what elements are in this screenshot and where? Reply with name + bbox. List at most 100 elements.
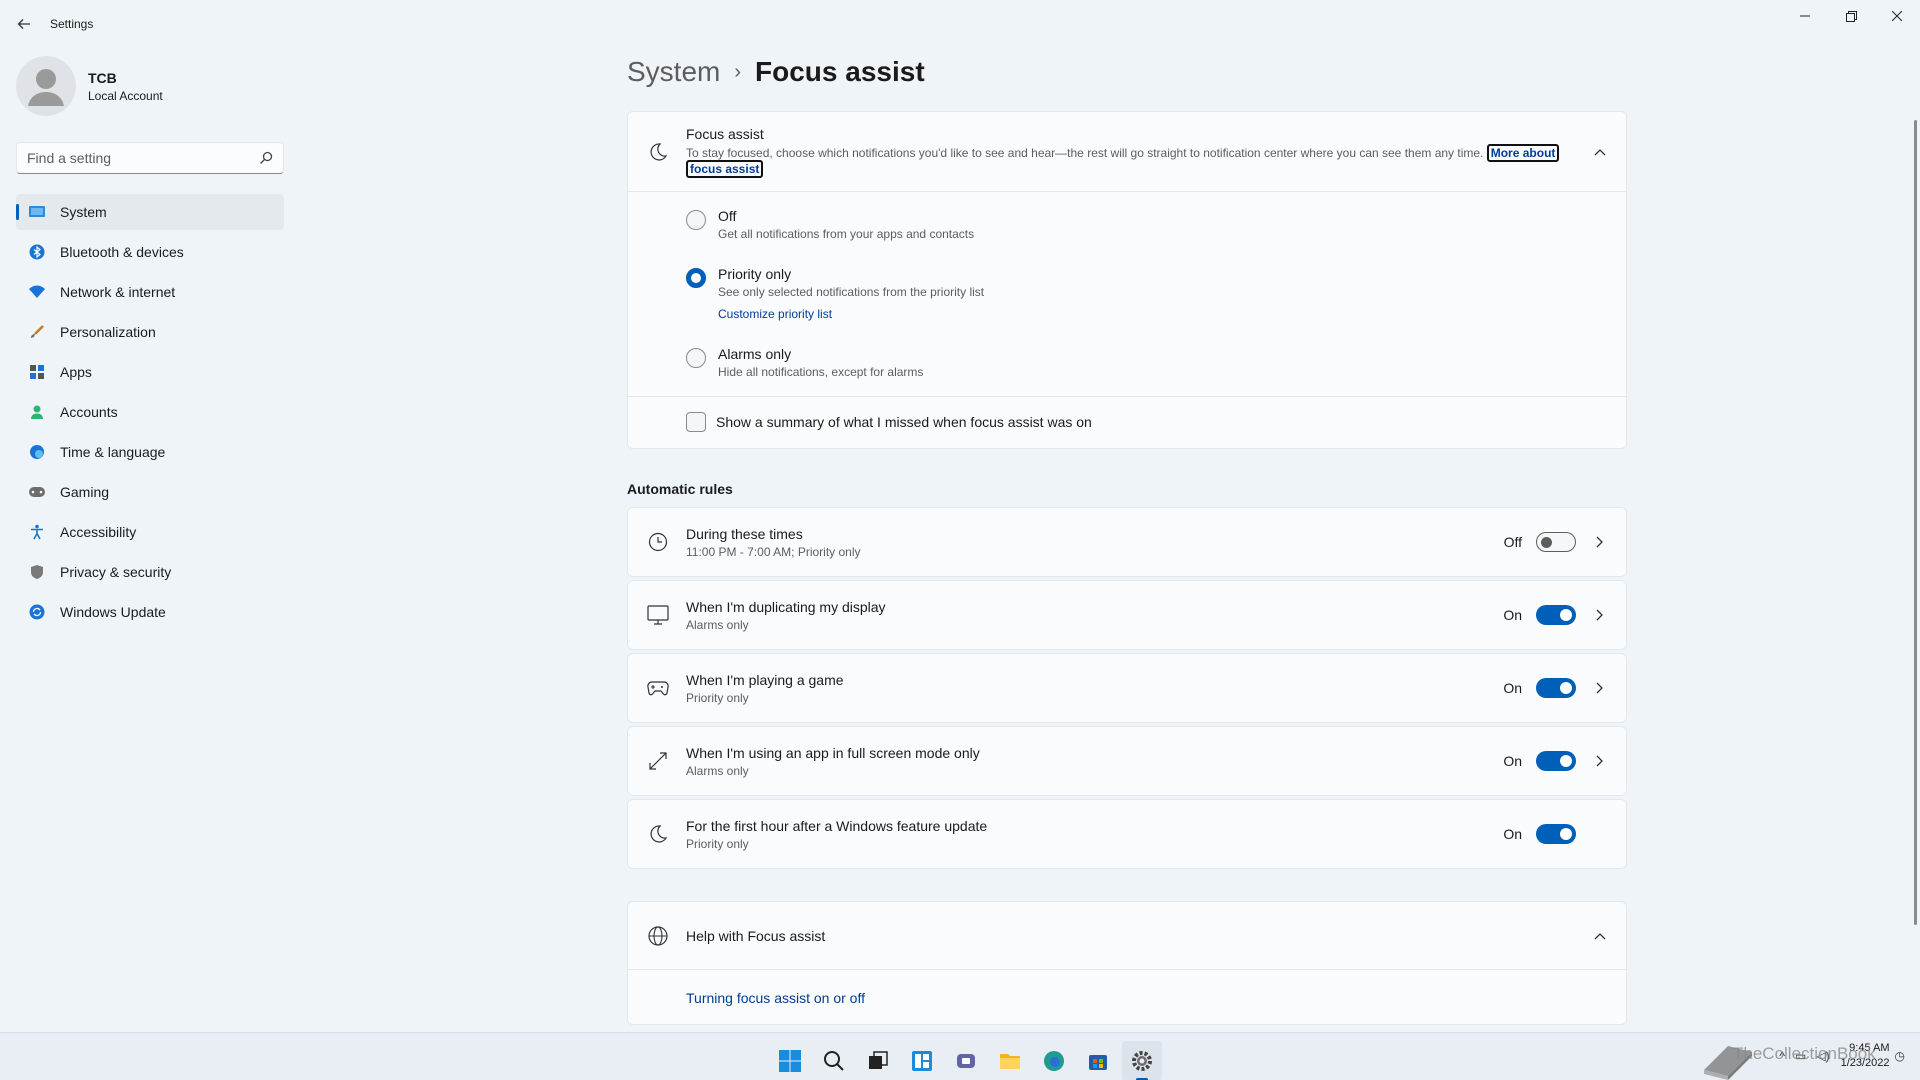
chevron-right-icon[interactable] — [1592, 534, 1608, 550]
radio-off[interactable] — [686, 210, 706, 230]
option-alarms-only[interactable]: Alarms only Hide all notifications, exce… — [686, 346, 923, 379]
rule-feature-update: For the first hour after a Windows featu… — [627, 799, 1627, 869]
radio-alarms-only[interactable] — [686, 348, 706, 368]
page-title: Focus assist — [755, 56, 925, 87]
sidebar-item-accessibility[interactable]: Accessibility — [16, 514, 284, 550]
sidebar-item-accounts[interactable]: Accounts — [16, 394, 284, 430]
search-box[interactable] — [16, 142, 284, 174]
restore-button[interactable] — [1828, 0, 1874, 32]
settings-icon — [1132, 1051, 1152, 1071]
apps-icon — [28, 363, 46, 381]
customize-priority-link[interactable]: Customize priority list — [718, 307, 984, 321]
option-off[interactable]: Off Get all notifications from your apps… — [686, 208, 974, 241]
file-explorer-icon — [1000, 1054, 1020, 1069]
watermark-text: TheCollectionBook — [1733, 1044, 1876, 1063]
sidebar-item-label: Windows Update — [60, 604, 166, 620]
help-title: Help with Focus assist — [686, 927, 826, 944]
globe-icon — [646, 924, 670, 948]
rule-duplicating-display[interactable]: When I'm duplicating my display Alarms o… — [627, 580, 1627, 650]
chevron-right-icon[interactable] — [1592, 680, 1608, 696]
rule-toggle[interactable] — [1536, 605, 1576, 625]
scrollbar[interactable] — [1914, 120, 1917, 925]
sidebar-item-label: System — [60, 204, 107, 220]
option-desc: Hide all notifications, except for alarm… — [718, 365, 924, 379]
summary-option[interactable]: Show a summary of what I missed when foc… — [686, 412, 1092, 432]
taskbar: ^ ▭ ◁) 9:45 AM 1/23/2022 ◷ — [0, 1032, 1920, 1080]
chevron-right-icon[interactable] — [1592, 607, 1608, 623]
edge-button[interactable] — [1034, 1041, 1074, 1080]
monitor-icon — [646, 603, 670, 627]
sidebar-item-label: Accessibility — [60, 524, 137, 540]
help-link[interactable]: Turning focus assist on or off — [686, 990, 865, 1006]
rule-toggle[interactable] — [1536, 824, 1576, 844]
rule-toggle[interactable] — [1536, 678, 1576, 698]
focus-assist-header[interactable]: Focus assist To stay focused, choose whi… — [628, 112, 1626, 192]
summary-checkbox-label: Show a summary of what I missed when foc… — [716, 414, 1092, 430]
sidebar-item-network[interactable]: Network & internet — [16, 274, 284, 310]
notification-icon[interactable]: ◷ — [1895, 1049, 1905, 1063]
focus-assist-link[interactable]: focus assist — [686, 160, 764, 178]
search-input[interactable] — [27, 150, 259, 166]
person-icon — [28, 403, 46, 421]
chat-button[interactable] — [946, 1041, 986, 1080]
clock-icon — [646, 530, 670, 554]
minimize-icon — [1800, 15, 1810, 17]
restore-icon — [1845, 10, 1857, 22]
search-icon — [824, 1051, 844, 1071]
toggle-state-label: On — [1503, 680, 1522, 696]
start-icon — [779, 1050, 801, 1072]
chevron-up-icon[interactable] — [1592, 144, 1608, 160]
option-priority-only[interactable]: Priority only See only selected notifica… — [686, 266, 984, 321]
rule-toggle[interactable] — [1536, 532, 1576, 552]
rule-sub: Priority only — [686, 690, 749, 705]
breadcrumb-parent[interactable]: System — [627, 56, 720, 88]
chevron-right-icon[interactable] — [1592, 753, 1608, 769]
radio-priority-only[interactable] — [686, 268, 706, 288]
sidebar-item-apps[interactable]: Apps — [16, 354, 284, 390]
rule-toggle[interactable] — [1536, 751, 1576, 771]
rule-playing-game[interactable]: When I'm playing a game Priority only On — [627, 653, 1627, 723]
accessibility-icon — [28, 523, 46, 541]
chevron-up-icon[interactable] — [1592, 928, 1608, 944]
more-about-link[interactable]: More about — [1486, 144, 1560, 162]
toggle-state-label: On — [1503, 753, 1522, 769]
settings-button[interactable] — [1122, 1041, 1162, 1080]
store-button[interactable] — [1078, 1041, 1118, 1080]
summary-checkbox[interactable] — [686, 412, 706, 432]
rule-during-these-times[interactable]: During these times 11:00 PM - 7:00 AM; P… — [627, 507, 1627, 577]
widgets-icon — [912, 1051, 932, 1071]
sidebar-item-label: Personalization — [60, 324, 156, 340]
rule-full-screen[interactable]: When I'm using an app in full screen mod… — [627, 726, 1627, 796]
task-view-button[interactable] — [858, 1041, 898, 1080]
focus-assist-card: Focus assist To stay focused, choose whi… — [627, 111, 1627, 449]
file-explorer-button[interactable] — [990, 1041, 1030, 1080]
rule-title: When I'm duplicating my display — [686, 598, 886, 615]
gamepad-icon — [28, 483, 46, 501]
help-header[interactable]: Help with Focus assist — [628, 902, 1626, 970]
focus-assist-title: Focus assist — [686, 126, 764, 142]
back-button[interactable] — [12, 12, 36, 36]
toggle-state-label: Off — [1503, 534, 1522, 550]
sidebar-item-gaming[interactable]: Gaming — [16, 474, 284, 510]
sidebar-item-personalization[interactable]: Personalization — [16, 314, 284, 350]
start-button[interactable] — [770, 1041, 810, 1080]
widgets-button[interactable] — [902, 1041, 942, 1080]
fullscreen-icon — [646, 749, 670, 773]
minimize-button[interactable] — [1782, 0, 1828, 32]
sidebar-item-bluetooth[interactable]: Bluetooth & devices — [16, 234, 284, 270]
brush-icon — [28, 323, 46, 341]
sidebar-item-label: Apps — [60, 364, 92, 380]
user-profile[interactable]: TCB Local Account — [16, 56, 163, 116]
edge-icon — [1044, 1051, 1064, 1071]
bluetooth-icon — [28, 243, 46, 261]
sidebar-item-time-language[interactable]: Time & language — [16, 434, 284, 470]
rule-sub: 11:00 PM - 7:00 AM; Priority only — [686, 544, 861, 559]
close-button[interactable] — [1874, 0, 1920, 32]
sidebar-item-windows-update[interactable]: Windows Update — [16, 594, 284, 630]
moon-icon — [646, 822, 670, 846]
profile-name: TCB — [88, 69, 117, 86]
sidebar-item-system[interactable]: System — [16, 194, 284, 230]
sidebar-item-privacy[interactable]: Privacy & security — [16, 554, 284, 590]
taskbar-search-button[interactable] — [814, 1041, 854, 1080]
search-icon[interactable] — [259, 151, 273, 165]
